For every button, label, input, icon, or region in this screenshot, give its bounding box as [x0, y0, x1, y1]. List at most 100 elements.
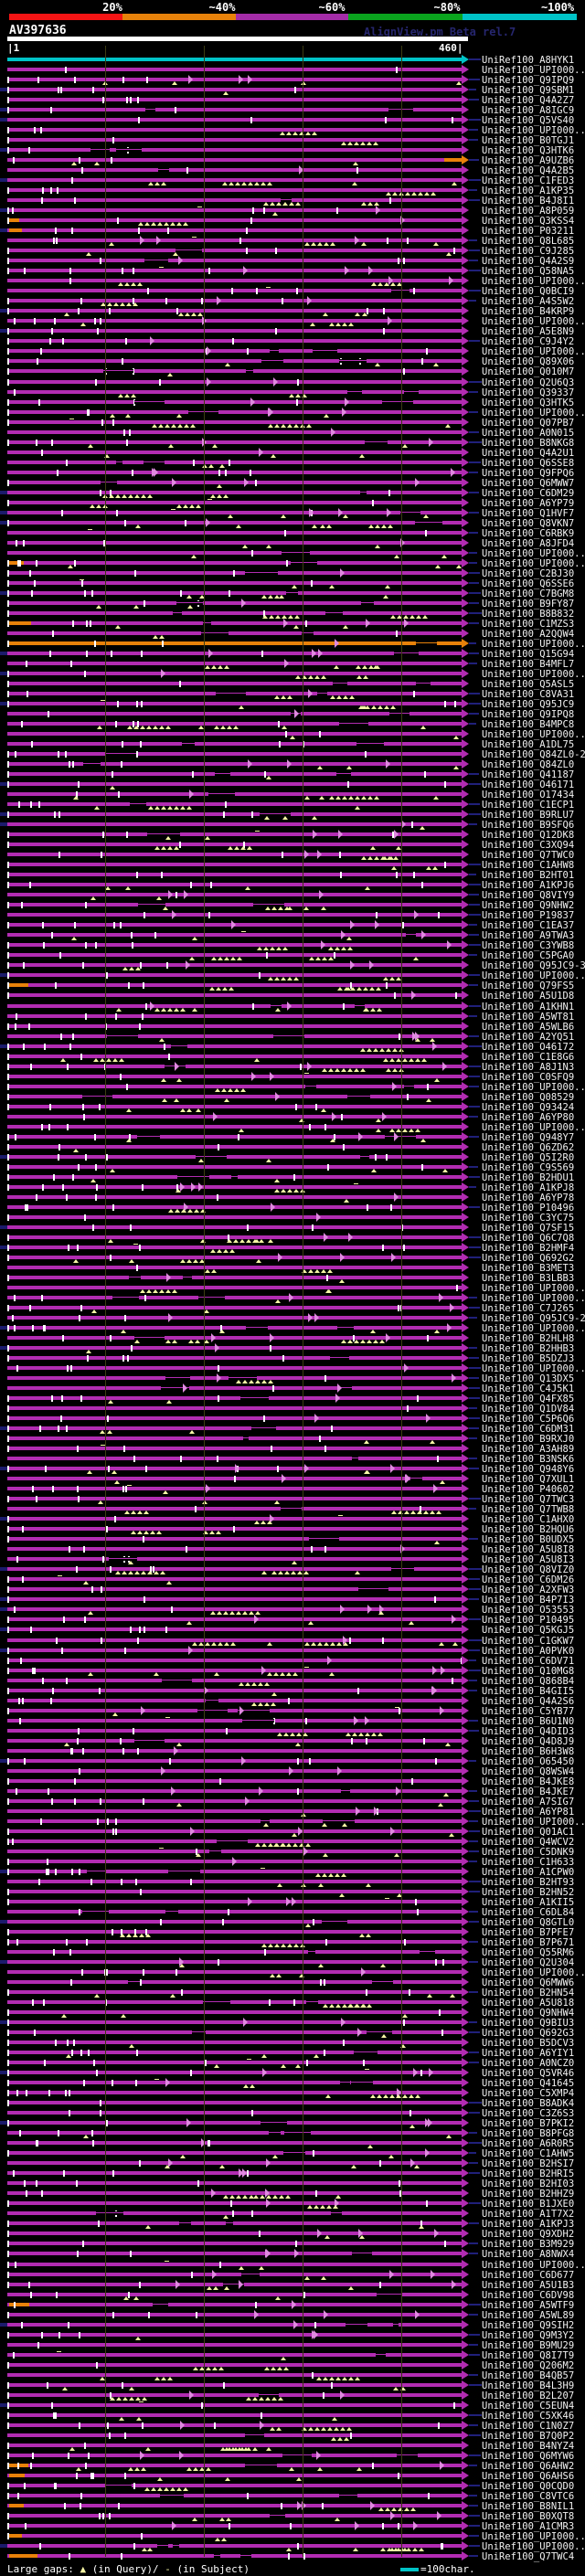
segment-tick — [78, 1496, 80, 1502]
segment-tick — [7, 500, 9, 506]
segment-tick — [7, 842, 9, 848]
strand-arrowhead-icon — [462, 1273, 469, 1282]
segment-tick — [92, 2473, 94, 2479]
gap-line — [393, 2323, 399, 2327]
segment-tick — [442, 1959, 444, 1966]
segment-tick — [118, 791, 120, 798]
direction-chevron-icon — [270, 1072, 274, 1081]
direction-chevron-icon — [317, 2229, 322, 2238]
strand-arrowhead-icon — [462, 508, 469, 517]
segment-tick — [43, 1999, 45, 2006]
strand-arrowhead-icon — [462, 1062, 469, 1071]
segment-tick — [58, 751, 59, 758]
segment-tick — [43, 1325, 45, 1331]
direction-chevron-icon — [345, 266, 349, 275]
segment-tick — [61, 1395, 63, 1402]
segment-tick — [7, 368, 9, 375]
alignment-bar — [7, 481, 462, 484]
ruler-gridline — [105, 46, 106, 2557]
scale-label: ~60% — [318, 1, 346, 14]
segment-tick — [7, 1708, 9, 1714]
direction-chevron-icon — [307, 1062, 312, 1071]
strand-arrowhead-icon — [462, 2491, 469, 2500]
segment-tick — [434, 1596, 436, 1603]
segment-tick — [225, 470, 227, 476]
alignment-bar — [7, 309, 462, 313]
direction-chevron-icon — [211, 2189, 216, 2198]
segment-tick — [110, 1255, 112, 1261]
strand-arrowhead-icon — [462, 2209, 469, 2218]
segment-tick — [68, 2453, 69, 2459]
segment-tick — [7, 1466, 9, 1472]
strand-arrowhead-icon — [462, 1042, 469, 1051]
segment-tick — [279, 741, 281, 747]
strand-arrowhead-icon — [462, 468, 469, 477]
subject-gap-dash-icon — [165, 1717, 170, 1718]
gap-line — [351, 2081, 373, 2084]
segment-tick — [83, 1114, 85, 1120]
segment-tick — [143, 1536, 144, 1542]
segment-tick — [7, 2483, 9, 2489]
direction-chevron-icon — [282, 1474, 286, 1483]
segment-tick — [19, 1718, 21, 1724]
segment-tick — [120, 922, 122, 928]
segment-tick — [122, 1748, 124, 1754]
segment-tick — [229, 590, 230, 597]
alignment-bar — [7, 1627, 462, 1631]
segment-tick — [388, 490, 390, 496]
gap-line — [330, 1356, 349, 1360]
segment-tick — [55, 2040, 57, 2046]
label-connector — [469, 874, 476, 875]
segment-tick — [135, 2080, 137, 2086]
gap-line — [157, 2544, 168, 2548]
segment-tick — [80, 298, 82, 304]
direction-chevron-icon — [243, 2018, 248, 2027]
low-score-lead-segment — [9, 2303, 29, 2306]
segment-tick — [444, 2241, 446, 2247]
segment-tick — [112, 1929, 113, 1935]
alignment-bar — [7, 521, 462, 525]
hundred-char-label: =100char. — [420, 2563, 475, 2575]
gap-line — [337, 1326, 354, 1330]
alignment-bar — [7, 1940, 462, 1944]
segment-tick — [115, 1013, 117, 1020]
label-connector — [469, 1106, 480, 1108]
alignment-bar — [7, 1366, 462, 1370]
label-connector — [469, 1588, 481, 1590]
segment-tick — [117, 701, 119, 707]
alignment-bar — [7, 369, 462, 373]
strand-arrowhead-icon — [462, 528, 469, 537]
alignment-bar — [7, 2211, 462, 2215]
segment-tick — [14, 1606, 16, 1613]
label-connector — [469, 864, 481, 865]
direction-chevron-icon — [211, 1333, 216, 1342]
alignment-bar — [7, 1406, 462, 1410]
segment-tick — [90, 2473, 92, 2479]
alignment-bar — [7, 2363, 462, 2367]
segment-tick — [69, 761, 70, 768]
alignment-bar — [7, 1356, 462, 1360]
alignment-bar — [7, 752, 462, 756]
segment-tick — [252, 207, 254, 214]
alignment-bar — [7, 2081, 462, 2084]
segment-tick — [296, 399, 298, 406]
alignment-bar — [7, 2161, 462, 2165]
strand-arrowhead-icon — [462, 2421, 469, 2430]
segment-tick — [399, 1708, 400, 1714]
strand-arrowhead-icon — [462, 316, 469, 325]
direction-chevron-icon — [440, 2461, 444, 2470]
alignment-bar — [7, 2494, 462, 2497]
strand-arrowhead-icon — [462, 206, 469, 215]
segment-tick — [50, 107, 52, 113]
segment-tick — [58, 811, 60, 818]
segment-tick — [218, 1959, 219, 1966]
alignment-bar — [7, 2061, 462, 2064]
segment-tick — [169, 1758, 171, 1765]
strand-arrowhead-icon — [462, 1937, 469, 1946]
segment-tick — [133, 1728, 134, 1734]
direction-chevron-icon — [206, 518, 210, 527]
segment-tick — [16, 1788, 17, 1795]
segment-tick — [196, 2312, 197, 2318]
label-connector — [469, 803, 480, 805]
segment-tick — [51, 1395, 53, 1402]
